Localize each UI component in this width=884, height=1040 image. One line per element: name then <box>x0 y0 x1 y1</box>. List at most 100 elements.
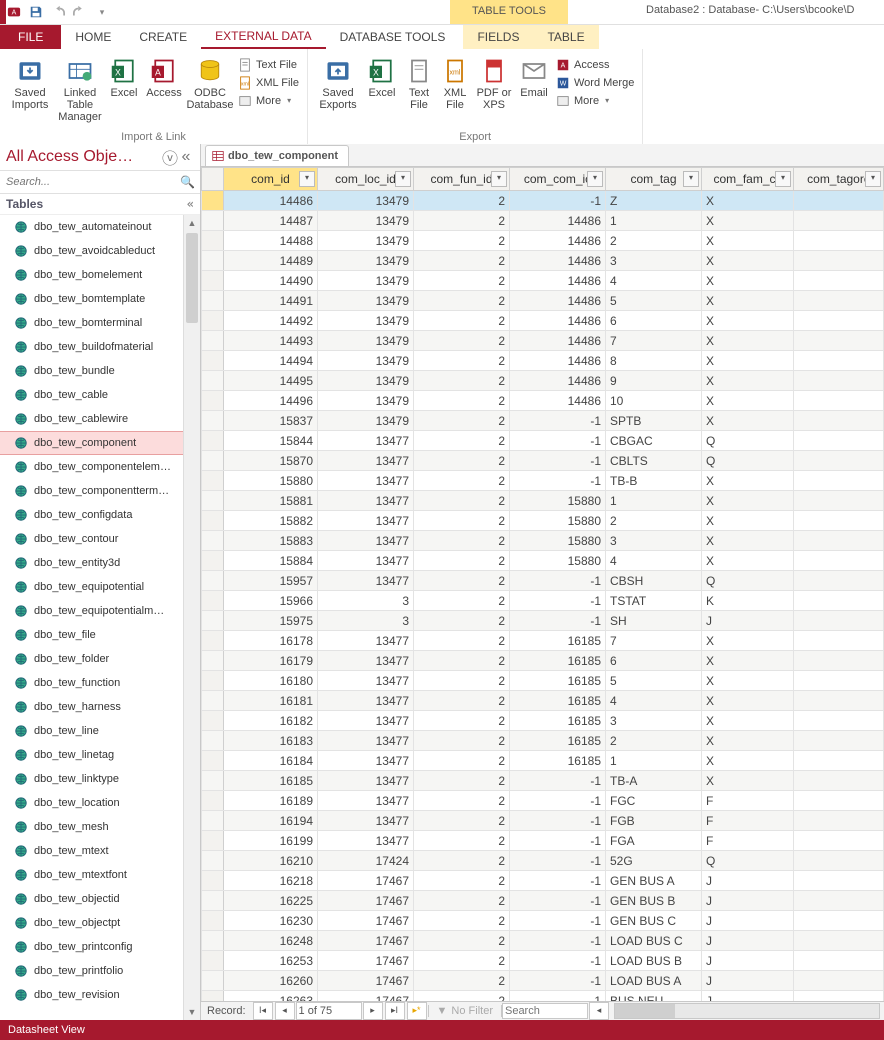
cell[interactable]: -1 <box>510 451 606 471</box>
cell[interactable]: 15880 <box>224 471 318 491</box>
cell[interactable] <box>794 351 884 371</box>
cell[interactable]: X <box>702 531 794 551</box>
row-selector[interactable] <box>202 891 224 911</box>
cell[interactable]: -1 <box>510 811 606 831</box>
cell[interactable]: X <box>702 631 794 651</box>
cell[interactable]: 2 <box>414 891 510 911</box>
row-selector[interactable] <box>202 191 224 211</box>
row-selector[interactable] <box>202 611 224 631</box>
table-row[interactable]: 16181134772161854X <box>202 691 884 711</box>
row-selector[interactable] <box>202 771 224 791</box>
row-selector[interactable] <box>202 251 224 271</box>
cell[interactable]: 2 <box>414 791 510 811</box>
cell[interactable]: X <box>702 751 794 771</box>
table-row[interactable]: 16189134772-1FGCF <box>202 791 884 811</box>
cell[interactable]: 17424 <box>318 851 414 871</box>
row-selector[interactable] <box>202 671 224 691</box>
cell[interactable]: FGC <box>606 791 702 811</box>
cell[interactable] <box>794 771 884 791</box>
cell[interactable]: 15882 <box>224 511 318 531</box>
hscroll-left-button[interactable]: ◂ <box>589 1002 609 1020</box>
cell[interactable]: 2 <box>414 511 510 531</box>
cell[interactable]: 3 <box>606 251 702 271</box>
row-selector[interactable] <box>202 811 224 831</box>
cell[interactable] <box>794 191 884 211</box>
row-selector[interactable] <box>202 751 224 771</box>
cell[interactable]: 17467 <box>318 871 414 891</box>
cell[interactable] <box>794 971 884 991</box>
cell[interactable]: 16230 <box>224 911 318 931</box>
cell[interactable]: 17467 <box>318 971 414 991</box>
cell[interactable]: 2 <box>414 371 510 391</box>
column-dropdown-icon[interactable]: ▾ <box>865 171 881 187</box>
cell[interactable]: 13477 <box>318 751 414 771</box>
row-selector[interactable] <box>202 211 224 231</box>
cell[interactable]: 3 <box>606 711 702 731</box>
cell[interactable]: 14486 <box>510 251 606 271</box>
cell[interactable]: 13477 <box>318 571 414 591</box>
cell[interactable]: 2 <box>414 191 510 211</box>
cell[interactable]: 13477 <box>318 491 414 511</box>
cell[interactable]: 1 <box>606 211 702 231</box>
table-row[interactable]: 16210174242-152GQ <box>202 851 884 871</box>
cell[interactable]: -1 <box>510 971 606 991</box>
cell[interactable]: 2 <box>414 411 510 431</box>
nav-item[interactable]: dbo_tew_configdata <box>0 503 200 527</box>
cell[interactable]: GEN BUS C <box>606 911 702 931</box>
cell[interactable]: 2 <box>414 591 510 611</box>
table-row[interactable]: 15870134772-1CBLTSQ <box>202 451 884 471</box>
export-email-button[interactable]: Email <box>516 53 552 99</box>
redo-icon[interactable] <box>70 2 90 22</box>
export-pdf-xps-button[interactable]: PDF or XPS <box>474 53 514 111</box>
cell[interactable]: J <box>702 911 794 931</box>
cell[interactable]: FGB <box>606 811 702 831</box>
cell[interactable]: F <box>702 791 794 811</box>
cell[interactable]: 13477 <box>318 691 414 711</box>
cell[interactable]: 13479 <box>318 231 414 251</box>
row-selector[interactable] <box>202 231 224 251</box>
cell[interactable]: 5 <box>606 291 702 311</box>
table-row[interactable]: 16199134772-1FGAF <box>202 831 884 851</box>
data-grid[interactable]: com_id▾com_loc_id▾com_fun_id▾com_com_ic▾… <box>201 167 884 1011</box>
cell[interactable]: 16260 <box>224 971 318 991</box>
row-selector[interactable] <box>202 291 224 311</box>
table-row[interactable]: 15880134772-1TB-BX <box>202 471 884 491</box>
cell[interactable] <box>794 951 884 971</box>
cell[interactable]: 10 <box>606 391 702 411</box>
cell[interactable]: 2 <box>414 811 510 831</box>
cell[interactable]: 2 <box>414 731 510 751</box>
cell[interactable]: 2 <box>414 251 510 271</box>
cell[interactable]: X <box>702 271 794 291</box>
cell[interactable]: 2 <box>606 511 702 531</box>
export-access-button[interactable]: AAccess <box>554 57 636 73</box>
cell[interactable]: 16179 <box>224 651 318 671</box>
nav-item[interactable]: dbo_tew_file <box>0 623 200 647</box>
cell[interactable] <box>794 471 884 491</box>
table-row[interactable]: 16180134772161855X <box>202 671 884 691</box>
import-more-button[interactable]: More▾ <box>236 93 301 109</box>
cell[interactable]: 14486 <box>510 271 606 291</box>
cell[interactable]: X <box>702 291 794 311</box>
cell[interactable]: X <box>702 391 794 411</box>
cell[interactable]: FGA <box>606 831 702 851</box>
cell[interactable]: 13479 <box>318 331 414 351</box>
cell[interactable]: 13479 <box>318 351 414 371</box>
cell[interactable]: 2 <box>414 451 510 471</box>
cell[interactable]: 16248 <box>224 931 318 951</box>
table-row[interactable]: 16248174672-1LOAD BUS CJ <box>202 931 884 951</box>
row-selector-header[interactable] <box>202 168 224 191</box>
nav-header[interactable]: All Access Obje… ⓥ « <box>0 144 200 171</box>
row-selector[interactable] <box>202 791 224 811</box>
nav-item[interactable]: dbo_tew_bundle <box>0 359 200 383</box>
cell[interactable] <box>794 631 884 651</box>
scroll-up-arrow-icon[interactable]: ▲ <box>184 215 200 231</box>
row-selector[interactable] <box>202 551 224 571</box>
cell[interactable]: 13477 <box>318 711 414 731</box>
cell[interactable]: 13479 <box>318 311 414 331</box>
cell[interactable] <box>794 711 884 731</box>
table-row[interactable]: 14489134792144863X <box>202 251 884 271</box>
row-selector[interactable] <box>202 511 224 531</box>
cell[interactable]: -1 <box>510 191 606 211</box>
cell[interactable]: 16185 <box>510 731 606 751</box>
nav-item[interactable]: dbo_tew_harness <box>0 695 200 719</box>
